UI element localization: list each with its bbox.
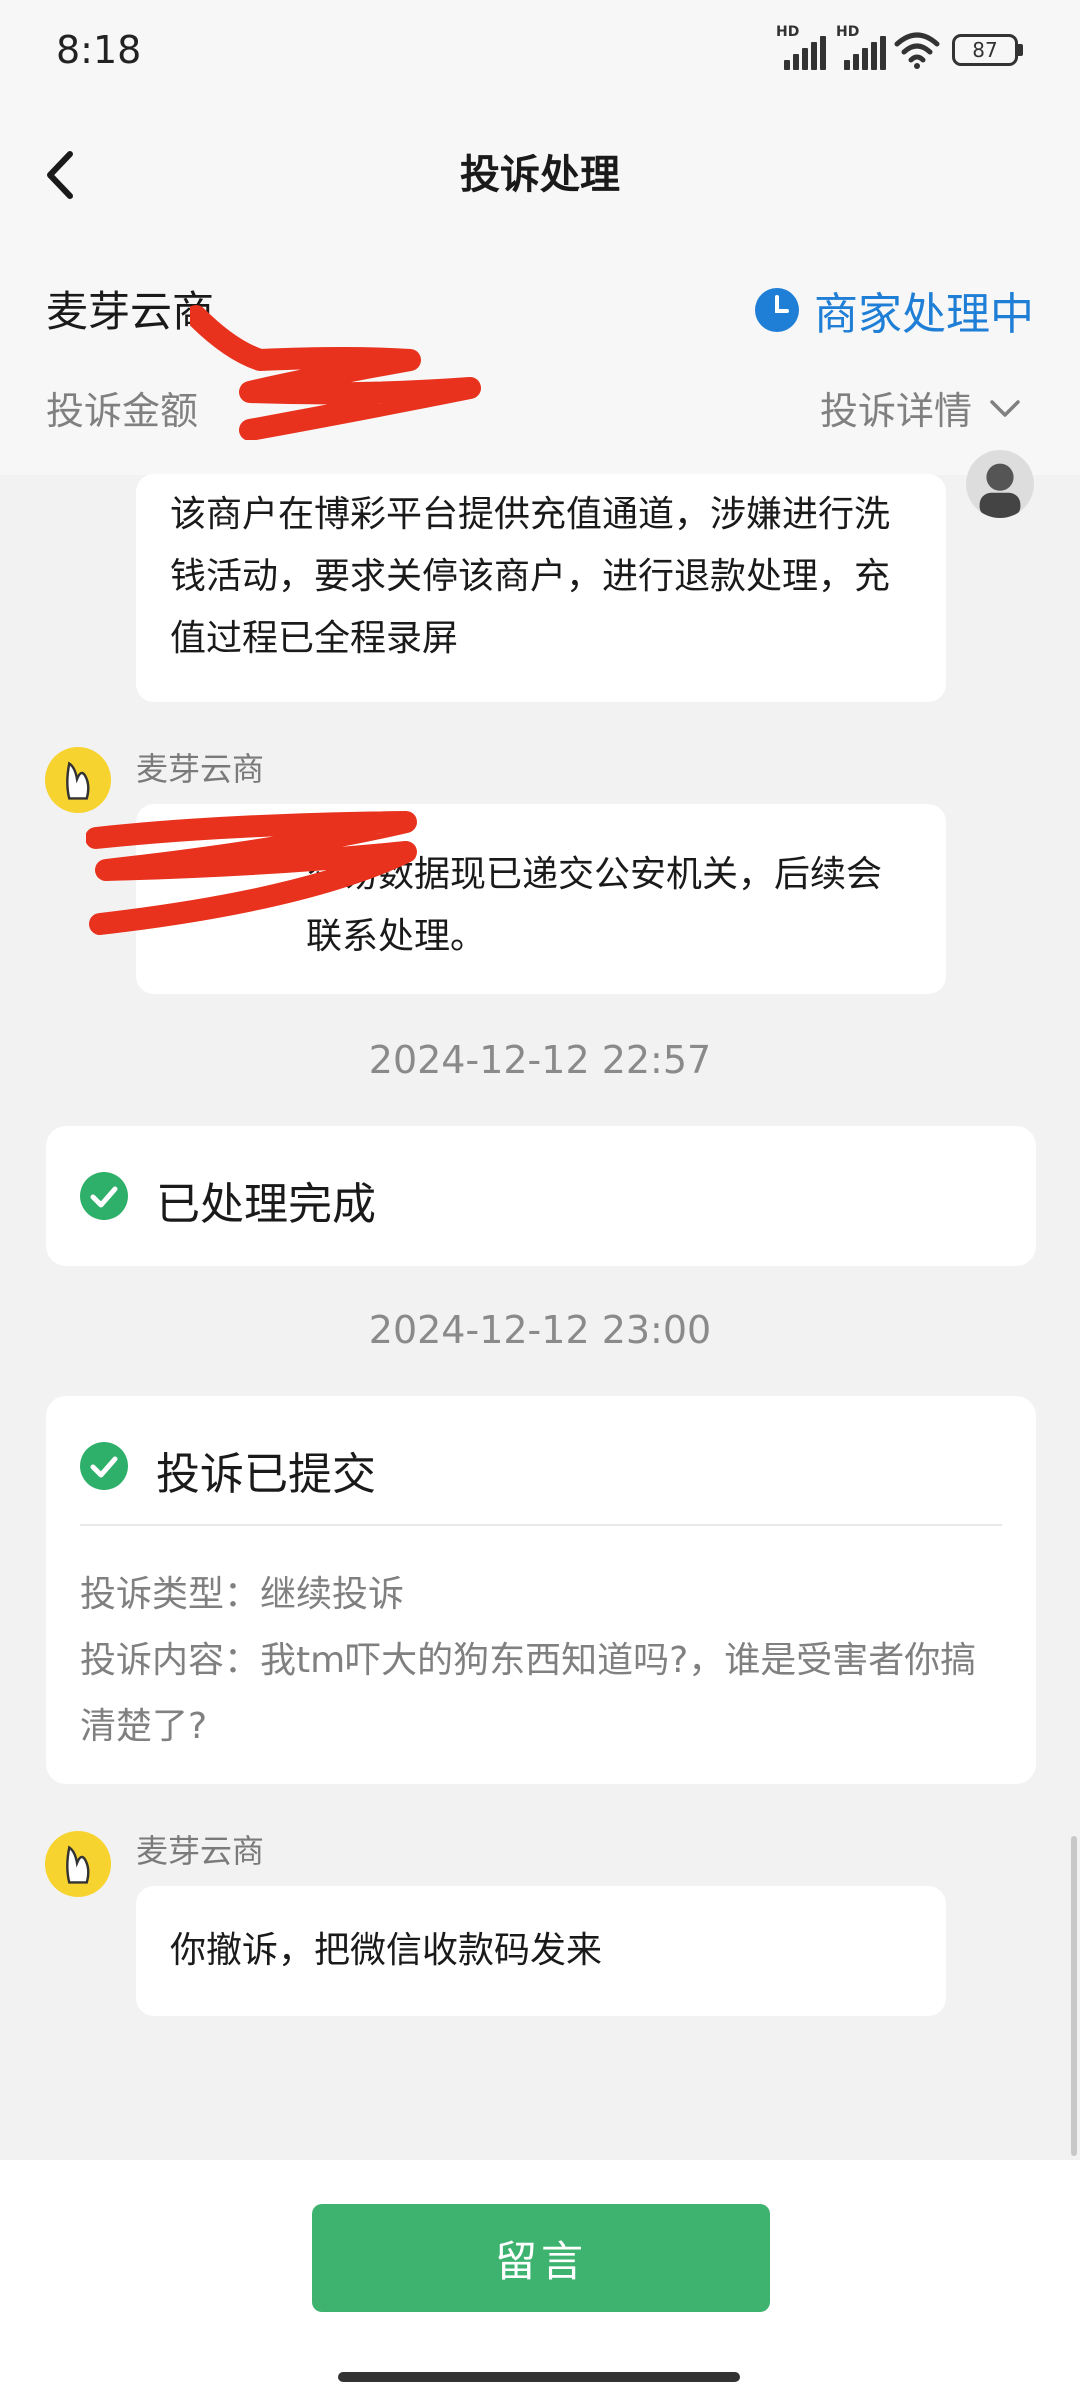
message-text: 该商户在博彩平台提供充值通道，涉嫌进行洗钱活动，要求关停该商户，进行退款处理，充… bbox=[170, 494, 891, 659]
message-bubble: 你撤诉，把微信收款码发来 bbox=[136, 1886, 946, 2016]
status-card: 已处理完成 bbox=[46, 1126, 1036, 1266]
leave-message-button[interactable]: 留言 bbox=[312, 2204, 770, 2312]
user-avatar[interactable] bbox=[966, 450, 1034, 518]
chevron-down-icon bbox=[990, 399, 1020, 417]
status-bar: 8:18 HD HD 87 bbox=[0, 0, 1080, 110]
card-title: 已处理完成 bbox=[156, 1179, 376, 1230]
complaint-status: 商家处理中 bbox=[754, 278, 1034, 342]
signal-icon: HD bbox=[836, 24, 886, 70]
check-circle-icon bbox=[80, 1172, 128, 1220]
merchant-avatar[interactable] bbox=[44, 1830, 112, 1898]
complaint-content: 投诉内容：我tm吓大的狗东西知道吗?，谁是受害者你搞清楚了? bbox=[80, 1640, 977, 1747]
clock-icon bbox=[755, 288, 799, 332]
divider bbox=[80, 1524, 1002, 1526]
sender-name: 麦芽云商 bbox=[136, 750, 265, 788]
merchant-name: 麦芽云商 bbox=[46, 287, 215, 336]
home-indicator[interactable] bbox=[338, 2372, 740, 2382]
message-bubble: 该商户在博彩平台提供充值通道，涉嫌进行洗钱活动，要求关停该商户，进行退款处理，充… bbox=[136, 474, 946, 702]
wifi-icon bbox=[894, 32, 940, 69]
status-text: 商家处理中 bbox=[814, 289, 1034, 340]
status-card: 投诉已提交 投诉类型：继续投诉 投诉内容：我tm吓大的狗东西知道吗?，谁是受害者… bbox=[46, 1396, 1036, 1784]
details-label: 投诉详情 bbox=[819, 389, 972, 433]
signal-icon: HD bbox=[776, 24, 826, 70]
redaction-scribble bbox=[190, 305, 481, 440]
amount-label: 投诉金额 bbox=[46, 389, 199, 433]
page-title: 投诉处理 bbox=[460, 152, 620, 198]
scrollbar[interactable] bbox=[1071, 1836, 1077, 2156]
timestamp: 2024-12-12 23:00 bbox=[368, 1308, 712, 1352]
redaction-scribble bbox=[86, 811, 417, 935]
details-link[interactable]: 投诉详情 bbox=[820, 380, 1022, 435]
timestamp: 2024-12-12 22:57 bbox=[368, 1038, 712, 1082]
sender-name: 麦芽云商 bbox=[136, 1832, 265, 1870]
complaint-type: 投诉类型：继续投诉 bbox=[80, 1574, 405, 1615]
card-title: 投诉已提交 bbox=[156, 1449, 376, 1500]
check-circle-icon bbox=[80, 1442, 128, 1490]
battery-level: 87 bbox=[972, 38, 998, 62]
battery-cap bbox=[1018, 44, 1023, 56]
status-time: 8:18 bbox=[56, 28, 142, 72]
message-text: 你撤诉，把微信收款码发来 bbox=[170, 1930, 603, 1971]
